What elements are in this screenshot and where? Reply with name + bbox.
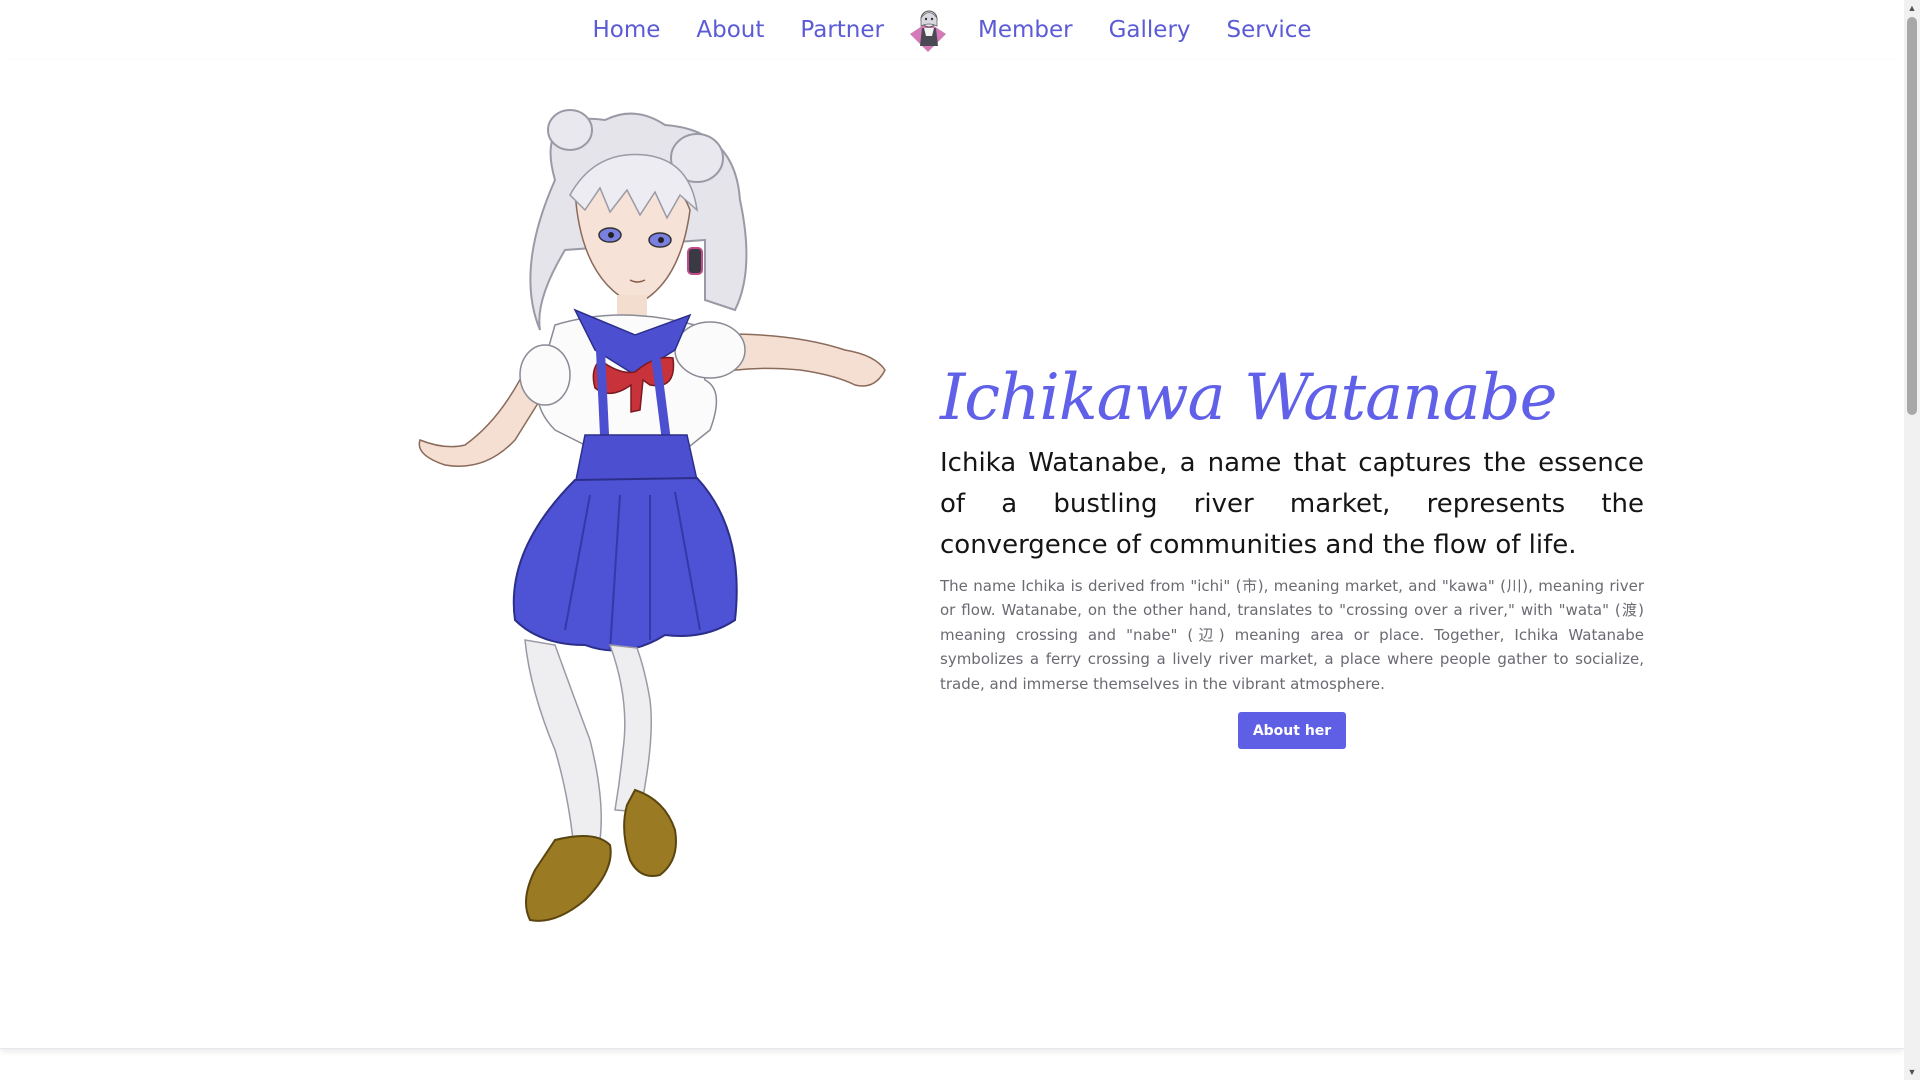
vertical-scrollbar[interactable]: ▲ ▼ xyxy=(1904,0,1920,1080)
nav-about[interactable]: About xyxy=(678,1,782,59)
scroll-up-arrow-icon[interactable]: ▲ xyxy=(1904,0,1920,16)
scrollbar-thumb[interactable] xyxy=(1907,17,1917,415)
nav-partner[interactable]: Partner xyxy=(782,1,902,59)
page: Home About Partner Member Gallery Servic… xyxy=(0,0,1920,1080)
nav-gallery[interactable]: Gallery xyxy=(1091,1,1209,59)
nav-links: Home About Partner Member Gallery Servic… xyxy=(574,1,1329,59)
top-nav: Home About Partner Member Gallery Servic… xyxy=(0,0,1904,60)
character-avatar-logo-icon[interactable] xyxy=(902,4,954,56)
hero-content: Ichikawa Watanabe Ichika Watanabe, a nam… xyxy=(940,360,1644,750)
button-wrapper: About her xyxy=(940,712,1644,750)
nav-member[interactable]: Member xyxy=(960,1,1091,59)
nav-service[interactable]: Service xyxy=(1209,1,1330,59)
about-her-button[interactable]: About her xyxy=(1237,712,1347,750)
hero-section: Ichikawa Watanabe Ichika Watanabe, a nam… xyxy=(0,60,1904,1049)
scroll-down-arrow-icon[interactable]: ▼ xyxy=(1904,1064,1920,1080)
hero-body-text: The name Ichika is derived from "ichi" (… xyxy=(940,576,1644,693)
anime-girl-illustration-icon xyxy=(405,100,895,1015)
nav-home[interactable]: Home xyxy=(574,1,678,59)
hero-title: Ichikawa Watanabe xyxy=(940,361,1558,435)
hero-lead-text: Ichika Watanabe, a name that captures th… xyxy=(940,447,1644,560)
